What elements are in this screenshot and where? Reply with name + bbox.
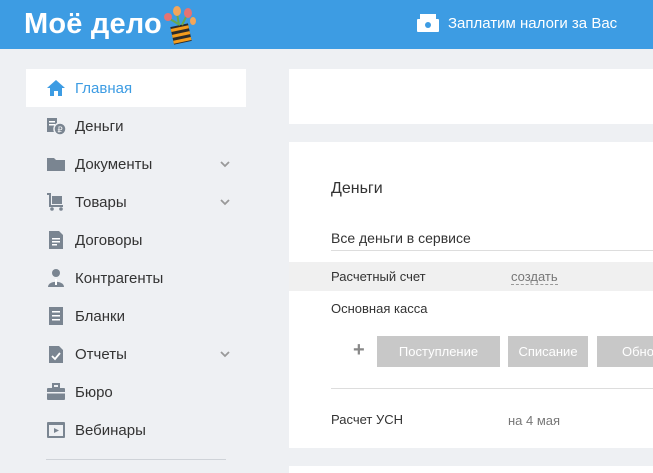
sidebar-item-label: Главная — [75, 79, 133, 97]
top-card — [289, 69, 653, 124]
sidebar-item-bureau[interactable]: Бюро — [26, 373, 246, 411]
sidebar-item-counterparties[interactable]: Контрагенты — [26, 259, 246, 297]
tulips-logo-icon — [164, 6, 196, 45]
bank-account-label: Расчетный счет — [331, 269, 426, 284]
sidebar-divider — [46, 459, 226, 460]
bank-account-row: Расчетный счет создать — [289, 262, 653, 291]
sidebar-item-label: Товары — [75, 193, 127, 211]
webinar-icon — [46, 420, 66, 440]
money-icon: ₽ — [46, 116, 66, 136]
pay-taxes-label: Заплатим налоги за Вас — [448, 14, 618, 32]
logo[interactable]: Моё дело — [24, 8, 162, 41]
bottom-card — [289, 466, 653, 473]
writeoff-button[interactable]: Списание — [508, 336, 588, 367]
all-money-label: Все деньги в сервисе — [331, 230, 471, 246]
update-button[interactable]: Обно — [597, 336, 653, 367]
sidebar-item-goods[interactable]: Товары — [26, 183, 246, 221]
chevron-down-icon[interactable] — [219, 348, 231, 360]
person-icon — [46, 268, 66, 288]
report-icon — [46, 344, 66, 364]
sidebar-item-money[interactable]: ₽ Деньги — [26, 107, 246, 145]
sidebar-item-label: Бюро — [75, 383, 113, 401]
sidebar-item-reports[interactable]: Отчеты — [26, 335, 246, 373]
divider — [331, 388, 653, 389]
sidebar-item-label: Отчеты — [75, 345, 127, 363]
income-button[interactable]: Поступление — [377, 336, 500, 367]
sidebar-item-documents[interactable]: Документы — [26, 145, 246, 183]
sidebar: Главная ₽ Деньги Документы Товары Догово… — [26, 69, 246, 460]
sidebar-item-label: Бланки — [75, 307, 125, 325]
sidebar-item-webinars[interactable]: Вебинары — [26, 411, 246, 449]
sidebar-item-label: Вебинары — [75, 421, 146, 439]
money-card: Деньги Все деньги в сервисе Расчетный сч… — [289, 142, 653, 448]
briefcase-icon — [46, 382, 66, 402]
contract-icon — [46, 230, 66, 250]
sidebar-item-label: Контрагенты — [75, 269, 164, 287]
cart-icon — [46, 192, 66, 212]
cash-register-icon — [417, 14, 439, 32]
blank-form-icon — [46, 306, 66, 326]
folder-icon — [46, 154, 66, 174]
usn-date: на 4 мая — [508, 413, 561, 428]
create-bank-account-link[interactable]: создать — [511, 270, 558, 285]
usn-label: Расчет УСН — [331, 412, 403, 427]
top-header: Моё дело Заплатим налоги за Вас — [0, 0, 653, 49]
sidebar-item-blanks[interactable]: Бланки — [26, 297, 246, 335]
sidebar-item-label: Деньги — [75, 117, 124, 135]
card-title: Деньги — [331, 180, 383, 197]
sidebar-item-label: Документы — [75, 155, 153, 173]
divider — [331, 250, 653, 251]
sidebar-item-contracts[interactable]: Договоры — [26, 221, 246, 259]
sidebar-item-home[interactable]: Главная — [26, 69, 246, 107]
pay-taxes-link[interactable]: Заплатим налоги за Вас — [416, 13, 617, 33]
sidebar-item-label: Договоры — [75, 231, 143, 249]
plus-icon[interactable]: + — [353, 339, 365, 362]
home-icon — [46, 78, 66, 98]
chevron-down-icon[interactable] — [219, 158, 231, 170]
chevron-down-icon[interactable] — [219, 196, 231, 208]
cash-label: Основная касса — [331, 301, 428, 316]
svg-text:₽: ₽ — [57, 126, 62, 135]
